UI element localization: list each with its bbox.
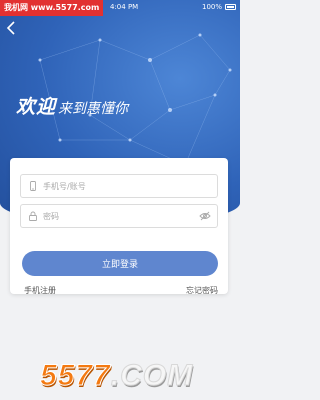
phone-icon — [30, 181, 36, 191]
forgot-password-link[interactable]: 忘记密码 — [186, 285, 218, 296]
username-field[interactable] — [20, 174, 218, 198]
welcome-subtitle: 来到惠懂你 — [58, 101, 129, 117]
back-icon[interactable] — [4, 20, 20, 36]
welcome-title: 欢迎 — [16, 96, 57, 118]
login-button[interactable]: 立即登录 — [22, 251, 218, 276]
welcome-heading: 欢迎 来到惠懂你 — [16, 92, 128, 119]
status-time: 4:04 PM — [110, 3, 139, 11]
battery-icon — [225, 4, 236, 10]
logo-domain: .COM — [110, 359, 194, 393]
logo-number: 5577 — [40, 359, 111, 393]
site-logo-banner: 5577.COM — [40, 358, 193, 394]
lock-icon — [29, 211, 37, 221]
status-battery-level: 100% — [201, 3, 222, 11]
username-input[interactable] — [43, 175, 198, 197]
register-link[interactable]: 手机注册 — [24, 285, 56, 296]
eye-off-icon[interactable] — [199, 211, 211, 221]
password-input[interactable] — [43, 205, 198, 227]
password-field[interactable] — [20, 204, 218, 228]
site-watermark: 我机网 www.5577.com — [0, 0, 104, 16]
